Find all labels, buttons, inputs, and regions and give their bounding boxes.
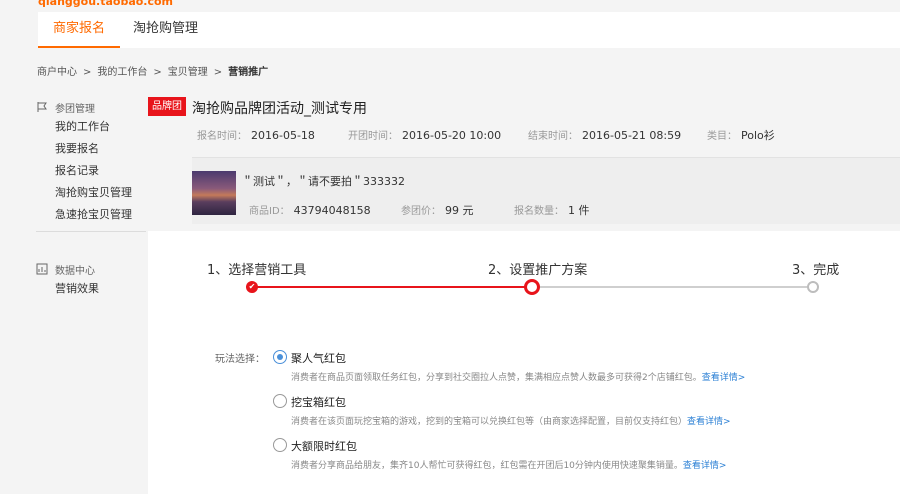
signup-time: 报名时间： 2016-05-18 xyxy=(197,129,315,142)
category: 类目： Polo衫 xyxy=(707,129,775,142)
sidebar-group-data: 数据中心 营销效果 xyxy=(36,260,146,300)
option-desc: 消费者在商品页面领取任务红包，分享到社交圈拉人点赞，集满相应点赞人数最多可获得2… xyxy=(291,373,746,383)
start-time: 开团时间： 2016-05-20 10:00 xyxy=(348,129,502,142)
goods-price: 参团价： 99 元 xyxy=(401,204,474,217)
step-current-marker xyxy=(524,279,540,295)
chart-icon xyxy=(36,263,48,275)
sidebar-divider xyxy=(36,231,146,232)
sidebar-group-tuan: 参团管理 我的工作台 我要报名 报名记录 淘抢购宝贝管理 急速抢宝贝管理 xyxy=(36,98,146,226)
main-nav: 商家报名 淘抢购管理 xyxy=(38,12,900,48)
view-details-link[interactable]: 查看详情> xyxy=(683,461,727,471)
top-header: qianggou.taobao.com 商家报名 淘抢购管理 xyxy=(0,0,900,48)
check-icon: ✔ xyxy=(246,281,258,293)
flag-icon xyxy=(37,102,47,112)
site-logo[interactable]: qianggou.taobao.com xyxy=(38,0,173,8)
tab-qianggou-manage[interactable]: 淘抢购管理 xyxy=(118,12,213,48)
sidebar-group-title: 数据中心 xyxy=(36,260,146,278)
sidebar-item-signup[interactable]: 我要报名 xyxy=(36,138,146,160)
option-desc: 消费者在该页面玩挖宝箱的游戏，挖到的宝箱可以兑换红包等（由商家选择配置，目前仅支… xyxy=(291,417,731,427)
view-details-link[interactable]: 查看详情> xyxy=(687,417,731,427)
sidebar-item-records[interactable]: 报名记录 xyxy=(36,160,146,182)
activity-title: 淘抢购品牌团活动_测试专用 xyxy=(192,101,367,117)
crumb-item-manage[interactable]: 宝贝管理 xyxy=(168,67,208,78)
end-time: 结束时间： 2016-05-21 08:59 xyxy=(528,129,682,142)
sidebar-item-fast-goods[interactable]: 急速抢宝贝管理 xyxy=(36,204,146,226)
option-title[interactable]: 大额限时红包 xyxy=(291,438,357,454)
option-desc: 消费者分享商品给朋友，集齐10人帮忙可获得红包，红包需在开团后10分钟内使用快速… xyxy=(291,461,727,471)
step-1-label: 1、选择营销工具 xyxy=(207,263,307,278)
goods-thumbnail[interactable] xyxy=(192,171,236,215)
crumb-separator: > xyxy=(213,67,223,78)
step-todo-marker xyxy=(807,281,819,293)
sidebar-item-workbench[interactable]: 我的工作台 xyxy=(36,116,146,138)
radio-bigamount-redpacket[interactable] xyxy=(273,438,287,452)
sidebar: 参团管理 我的工作台 我要报名 报名记录 淘抢购宝贝管理 急速抢宝贝管理 数据中… xyxy=(36,98,146,326)
crumb-separator: > xyxy=(83,67,92,78)
goods-name: ＂测试＂，＂请不要拍＂333332 xyxy=(242,175,405,188)
breadcrumb: 商户中心 > 我的工作台 > 宝贝管理 > 营销推广 xyxy=(37,63,274,78)
goods-quantity: 报名数量： 1 件 xyxy=(514,204,590,217)
brand-tuan-badge: 品牌团 xyxy=(148,97,186,116)
radio-treasure-redpacket[interactable] xyxy=(273,394,287,408)
view-details-link[interactable]: 查看详情> xyxy=(702,373,746,383)
step-2-label: 2、设置推广方案 xyxy=(488,263,588,278)
sidebar-group-title: 参团管理 xyxy=(36,98,146,116)
tab-merchant-signup[interactable]: 商家报名 xyxy=(38,12,121,48)
progress-line-done xyxy=(253,286,532,288)
crumb-merchant-center[interactable]: 商户中心 xyxy=(37,67,77,78)
crumb-separator: > xyxy=(153,67,162,78)
option-title[interactable]: 挖宝箱红包 xyxy=(291,394,346,410)
goods-id: 商品ID： 43794048158 xyxy=(249,204,371,217)
play-select-label: 玩法选择： xyxy=(215,354,265,365)
crumb-current: 营销推广 xyxy=(228,67,269,78)
sidebar-item-marketing-effect[interactable]: 营销效果 xyxy=(36,278,146,300)
setup-panel: 1、选择营销工具 2、设置推广方案 3、完成 ✔ 玩法选择： 聚人气红包 消费者… xyxy=(148,231,900,494)
goods-card: ＂测试＂，＂请不要拍＂333332 商品ID： 43794048158 参团价： 9… xyxy=(192,157,900,224)
sidebar-item-qianggou-goods[interactable]: 淘抢购宝贝管理 xyxy=(36,182,146,204)
radio-popularity-redpacket[interactable] xyxy=(273,350,287,364)
progress-line-todo xyxy=(532,286,813,288)
step-3-label: 3、完成 xyxy=(792,263,840,278)
option-title[interactable]: 聚人气红包 xyxy=(291,350,346,366)
crumb-workbench[interactable]: 我的工作台 xyxy=(97,67,147,78)
